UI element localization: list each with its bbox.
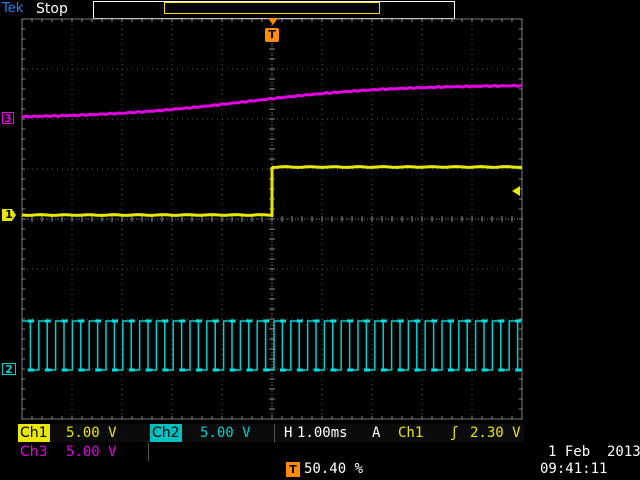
ch2-dot <box>179 319 186 323</box>
ch2-dot <box>196 368 202 372</box>
ch2-dot <box>397 319 404 323</box>
ch2-dot <box>44 319 51 323</box>
ch2-dot <box>280 368 286 372</box>
trigger-level-arrow-icon[interactable] <box>512 186 520 196</box>
ch2-dot <box>212 319 219 323</box>
ch2-dot <box>414 368 421 372</box>
ch2-dot <box>263 319 270 323</box>
ch2-dot <box>448 319 454 323</box>
ch2-dot <box>364 319 370 323</box>
ch2-dot <box>196 319 202 323</box>
ch2-ground-marker[interactable]: 2 <box>2 363 16 376</box>
ch2-dot <box>28 368 34 372</box>
ch2-dot <box>414 319 421 323</box>
ch2-dot <box>95 368 102 372</box>
ch2-dot <box>296 368 303 372</box>
ch2-dot <box>246 368 253 372</box>
trigger-position-arrow-icon <box>268 18 278 25</box>
ch2-dot <box>229 319 236 323</box>
trigger-level[interactable]: 2.30 V <box>470 424 521 442</box>
trigger-source[interactable]: Ch1 <box>398 424 423 442</box>
ch2-dot <box>481 319 488 323</box>
ch2-dot <box>112 368 118 372</box>
ch2-dot <box>212 368 219 372</box>
waveform-display <box>21 18 523 420</box>
time-display: 09:41:11 <box>540 461 608 477</box>
ch2-dot <box>347 368 354 372</box>
date-display: 1 Feb 2013 <box>548 444 640 460</box>
ch2-dot <box>296 319 303 323</box>
ch2-dot <box>162 319 169 323</box>
ch2-dot <box>380 319 387 323</box>
ch2-dot <box>498 368 505 372</box>
ch2-dot <box>263 368 270 372</box>
ch2-dot <box>128 319 135 323</box>
ch2-scale: 5.00 V <box>200 424 275 442</box>
horizontal-position-marker: T <box>286 462 300 477</box>
ch2-dot <box>481 368 488 372</box>
ch2-dot <box>448 368 454 372</box>
ch2-dot <box>145 319 152 323</box>
ch2-dot <box>61 319 68 323</box>
ch3-label[interactable]: Ch3 <box>18 443 50 461</box>
ch2-dot <box>313 368 320 372</box>
ch2-dot <box>162 368 169 372</box>
ch2-dot <box>61 368 68 372</box>
ch2-dot <box>179 368 186 372</box>
ch2-dot <box>128 368 135 372</box>
ch2-dot <box>397 368 404 372</box>
ch3-scale: 5.00 V <box>66 443 149 461</box>
ch2-label[interactable]: Ch2 <box>150 424 182 442</box>
ch2-dot <box>95 319 102 323</box>
ch1-label[interactable]: Ch1 <box>18 424 50 442</box>
ch2-dot <box>145 368 152 372</box>
trigger-mode: A <box>372 425 381 441</box>
ch2-dot <box>498 319 505 323</box>
horizontal-position-value[interactable]: 50.40 % <box>304 460 363 478</box>
ch2-dot <box>515 319 522 323</box>
ch2-dot <box>464 368 471 372</box>
ch2-dot <box>464 319 471 323</box>
ch2-dot <box>112 319 118 323</box>
ch3-ground-marker[interactable]: 3 <box>2 112 14 125</box>
ch2-dot <box>347 319 354 323</box>
ch2-dot <box>364 368 370 372</box>
ch2-dot <box>246 319 253 323</box>
ch2-dot <box>431 319 438 323</box>
horizontal-label: H <box>284 425 293 441</box>
ch2-dot <box>380 368 387 372</box>
ch2-dot <box>28 319 34 323</box>
trigger-slope-icon: ʃ <box>450 425 459 441</box>
ch2-dot <box>515 368 522 372</box>
ch1-scale: 5.00 V <box>66 425 117 441</box>
ch2-dot <box>78 319 85 323</box>
ch2-dot <box>330 319 337 323</box>
ch2-dot <box>330 368 337 372</box>
trigger-position-marker[interactable]: T <box>265 28 279 42</box>
horizontal-scale[interactable]: 1.00ms <box>297 424 348 442</box>
ch2-dot <box>313 319 320 323</box>
ch2-dot <box>229 368 236 372</box>
ch2-dot <box>280 319 286 323</box>
ch2-dot <box>78 368 85 372</box>
ch2-dot <box>44 368 51 372</box>
ch2-dot <box>431 368 438 372</box>
